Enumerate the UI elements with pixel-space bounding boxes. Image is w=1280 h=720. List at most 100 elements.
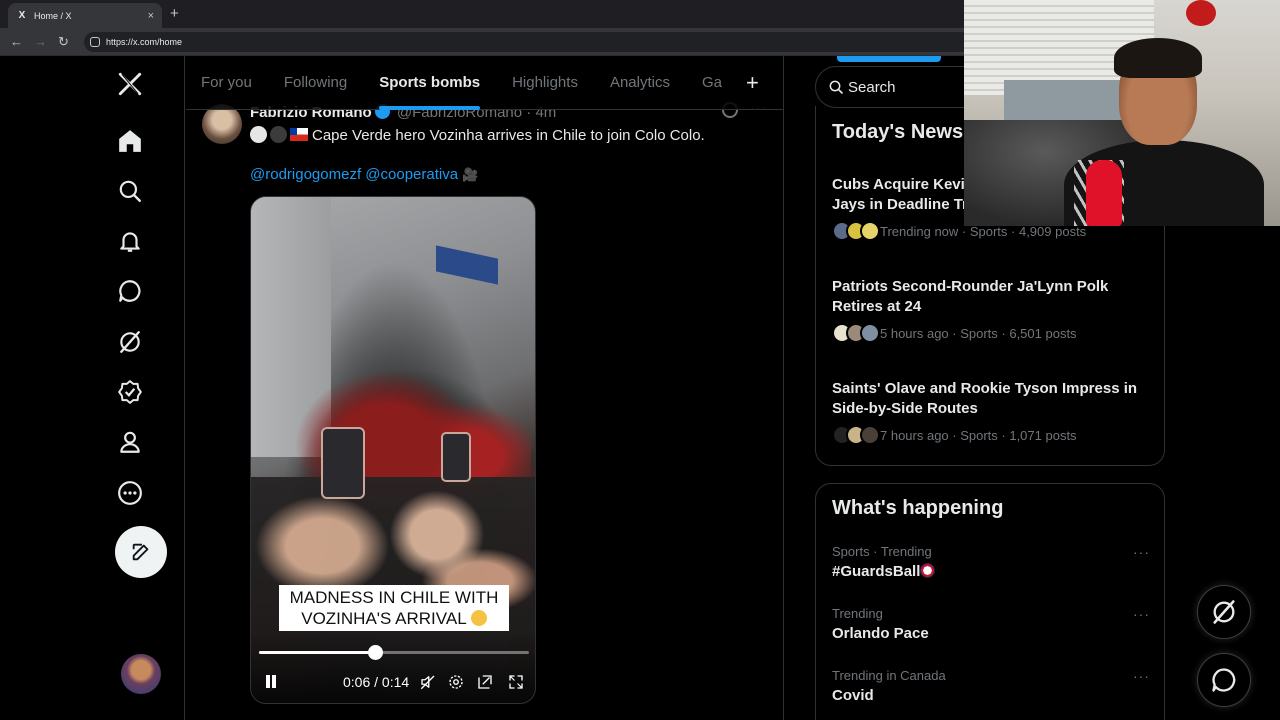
messages-icon xyxy=(1212,668,1236,692)
news-avatar xyxy=(860,425,880,445)
pause-icon[interactable] xyxy=(265,675,277,688)
x-logo-icon[interactable] xyxy=(114,68,146,100)
news-headline: Saints' Olave and Rookie Tyson Impress i… xyxy=(832,379,1150,419)
trend-name: #GuardsBall xyxy=(832,563,1150,580)
news-meta: 5 hours ago · Sports · 6,501 posts xyxy=(832,323,1150,343)
profile-icon[interactable] xyxy=(114,426,146,458)
search-field-icon xyxy=(829,80,843,94)
trend-context: Trending xyxy=(832,606,883,621)
tab-following[interactable]: Following xyxy=(284,56,347,110)
trend-item[interactable]: Trending Orlando Pace ··· xyxy=(832,606,1150,642)
url-text: https://x.com/home xyxy=(106,37,183,47)
tweet-author-avatar[interactable] xyxy=(202,104,242,144)
x-favicon-icon: X xyxy=(18,10,26,21)
close-tab-icon[interactable]: × xyxy=(148,10,154,22)
video-scrubber-handle[interactable] xyxy=(368,645,384,660)
camera-emoji-icon: 🎥 xyxy=(462,167,479,182)
browser-tab[interactable]: X Home / X × xyxy=(8,3,162,28)
grok-fab-button[interactable] xyxy=(1197,585,1251,639)
home-icon[interactable] xyxy=(114,125,146,157)
tweet-text-content: Cape Verde hero Vozinha arrives in Chile… xyxy=(312,127,705,144)
news-item[interactable]: Saints' Olave and Rookie Tyson Impress i… xyxy=(832,379,1150,445)
feed-tabs: For you Following Sports bombs Highlight… xyxy=(186,56,783,110)
subscribe-button-edge[interactable] xyxy=(837,56,941,62)
news-headline-line: Side-by-Side Routes xyxy=(832,400,978,417)
news-headline-line: Patriots Second-Rounder Ja'Lynn Polk xyxy=(832,278,1109,295)
verified-icon[interactable] xyxy=(114,376,146,408)
webcam-microphone xyxy=(1086,160,1122,226)
fullscreen-icon[interactable] xyxy=(507,673,525,691)
site-info-icon[interactable] xyxy=(90,37,100,47)
whats-happening-title: What's happening xyxy=(832,497,1004,519)
trend-context: Sports · Trending xyxy=(832,544,932,559)
news-headline-line: Retires at 24 xyxy=(832,298,922,315)
video-frame-sign xyxy=(436,245,498,285)
tweet-video[interactable]: MADNESS IN CHILE WITH VOZINHA'S ARRIVAL … xyxy=(250,196,536,704)
trend-context: Trending in Canada xyxy=(832,668,946,683)
video-progress-bar[interactable] xyxy=(259,645,529,660)
guardians-emoji-icon xyxy=(920,563,936,578)
video-controls: 0:06 / 0:14 xyxy=(251,633,535,703)
trend-item[interactable]: Trending in Canada Covid ··· xyxy=(832,668,1150,704)
emoji-white-circle-icon xyxy=(250,126,267,143)
back-icon[interactable]: ← xyxy=(10,34,23,49)
grok-icon[interactable] xyxy=(114,326,146,358)
forward-icon[interactable]: → xyxy=(34,34,47,49)
add-tab-button[interactable]: + xyxy=(746,70,759,96)
more-icon[interactable] xyxy=(114,477,146,509)
search-placeholder: Search xyxy=(848,78,896,96)
video-frame-phone xyxy=(441,432,471,482)
messages-icon[interactable] xyxy=(114,275,146,307)
news-avatar xyxy=(860,221,880,241)
picture-in-picture-icon[interactable] xyxy=(476,673,494,691)
search-icon[interactable] xyxy=(114,175,146,207)
news-avatar xyxy=(860,323,880,343)
news-avatars xyxy=(832,221,880,241)
news-headline-line: Saints' Olave and Rookie Tyson Impress i… xyxy=(832,380,1138,397)
news-avatars xyxy=(832,425,880,445)
trend-more-button[interactable]: ··· xyxy=(1133,544,1150,560)
tab-analytics[interactable]: Analytics xyxy=(610,56,670,110)
trend-name-text: #GuardsBall xyxy=(832,563,921,580)
webcam-red-cap xyxy=(1186,0,1216,26)
video-caption-line1: MADNESS IN CHILE WITH xyxy=(289,588,499,607)
news-meta-text: 5 hours ago · Sports · 6,501 posts xyxy=(880,325,1077,341)
tab-ga[interactable]: Ga xyxy=(702,56,722,110)
video-time: 0:06 / 0:14 xyxy=(343,674,410,690)
video-caption-line2: VOZINHA'S ARRIVAL xyxy=(301,609,467,628)
reload-icon[interactable]: ↻ xyxy=(58,34,69,50)
tweet-mentions: @rodrigogomezf @cooperativa 🎥 xyxy=(250,166,478,183)
trend-name: Orlando Pace xyxy=(832,625,929,642)
muted-speaker-icon[interactable] xyxy=(419,673,437,691)
emoji-black-circle-icon xyxy=(270,126,287,143)
chile-flag-icon xyxy=(290,128,308,141)
messages-fab-button[interactable] xyxy=(1197,653,1251,707)
settings-gear-icon[interactable] xyxy=(447,673,465,691)
url-field[interactable]: https://x.com/home xyxy=(84,32,984,52)
tab-sports-bombs[interactable]: Sports bombs xyxy=(379,56,480,110)
trend-more-button[interactable]: ··· xyxy=(1133,606,1150,622)
mention-links[interactable]: @rodrigogomezf @cooperativa xyxy=(250,166,458,183)
tab-for-you[interactable]: For you xyxy=(201,56,252,110)
news-meta: 7 hours ago · Sports · 1,071 posts xyxy=(832,425,1150,445)
trend-more-button[interactable]: ··· xyxy=(1133,668,1150,684)
trend-name: Covid xyxy=(832,687,874,704)
news-avatars xyxy=(832,323,880,343)
webcam-overlay xyxy=(964,0,1280,226)
whats-happening-card: What's happening Sports · Trending #Guar… xyxy=(815,483,1165,720)
tweet-text: Cape Verde hero Vozinha arrives in Chile… xyxy=(250,126,705,144)
browser-tab-title: Home / X xyxy=(34,10,72,21)
new-tab-button[interactable]: + xyxy=(170,5,179,22)
grok-icon xyxy=(1213,600,1235,624)
news-meta-text: 7 hours ago · Sports · 1,071 posts xyxy=(880,427,1077,443)
video-caption: MADNESS IN CHILE WITH VOZINHA'S ARRIVAL xyxy=(279,585,509,631)
account-avatar[interactable] xyxy=(121,654,161,694)
left-sidebar xyxy=(0,56,185,720)
notifications-icon[interactable] xyxy=(114,225,146,257)
trend-item[interactable]: Sports · Trending #GuardsBall ··· xyxy=(832,544,1150,580)
compose-post-button[interactable] xyxy=(115,526,167,578)
news-item[interactable]: Patriots Second-Rounder Ja'Lynn Polk Reti… xyxy=(832,277,1150,343)
webcam-person-hair xyxy=(1114,38,1202,78)
news-headline: Patriots Second-Rounder Ja'Lynn Polk Reti… xyxy=(832,277,1150,317)
tab-highlights[interactable]: Highlights xyxy=(512,56,578,110)
